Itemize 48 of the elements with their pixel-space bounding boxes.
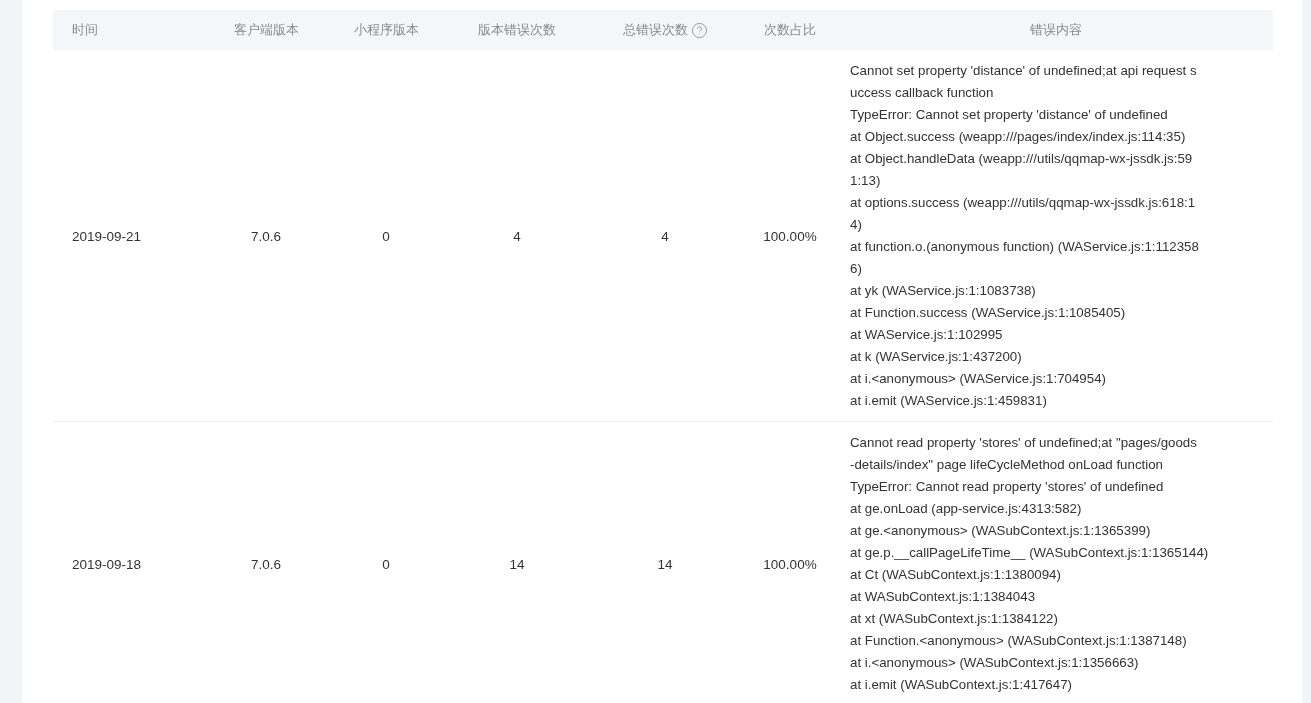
error-line: at ge.<anonymous> (WASubContext.js:1:1365399) <box>850 522 1152 540</box>
help-icon[interactable] <box>690 21 708 39</box>
column-header: 版本错误次数 <box>478 21 556 39</box>
error-line: at options.success (weapp:///utils/qqmap-wx-jssdk.js:618:1 <box>850 194 1197 212</box>
error-line: Cannot read property 'stores' of undefined;at "pages/goods <box>850 434 1198 452</box>
table-cell-text: 2019-09-21 <box>71 228 143 244</box>
error-line: at k (WAService.js:1:437200) <box>850 348 1023 366</box>
error-line: at i.emit (WAService.js:1:459831) <box>850 392 1048 410</box>
error-line: at WASubContext.js:1:1384043 <box>850 588 1037 606</box>
table-cell-text: 100.00% <box>762 556 818 572</box>
error-line: at function.o.(anonymous function) (WAService.js:1:112358 <box>850 238 1200 256</box>
error-line: TypeError: Cannot read property 'stores' of undefined <box>850 478 1165 496</box>
error-line: 6) <box>850 260 863 278</box>
column-header: 错误内容 <box>1029 21 1082 39</box>
table-cell-text: 0 <box>381 228 391 244</box>
error-line: at Object.success (weapp:///pages/index/index.js:114:35) <box>850 128 1187 146</box>
error-line: 4) <box>850 216 863 234</box>
column-header: 客户端版本 <box>233 21 299 39</box>
error-line: at Function.success (WAService.js:1:1085405) <box>850 304 1127 322</box>
error-line: at i.<anonymous> (WASubContext.js:1:1356663) <box>850 654 1140 672</box>
table-cell-text: 4 <box>660 228 670 244</box>
table-cell-text: 0 <box>381 556 391 572</box>
table-cell-text: 2019-09-18 <box>71 556 143 572</box>
error-line: at Object.handleData (weapp:///utils/qqmap-wx-jssdk.js:59 <box>850 150 1194 168</box>
table-cell-text: 7.0.6 <box>250 228 282 244</box>
error-line: at Ct (WASubContext.js:1:1380094) <box>850 566 1062 584</box>
error-line: at Function.<anonymous> (WASubContext.js:1:1387148) <box>850 632 1188 650</box>
error-line: at xt (WASubContext.js:1:1384122) <box>850 610 1059 628</box>
table-cell-text: 7.0.6 <box>250 556 282 572</box>
error-line: at ge.p.__callPageLifeTime__ (WASubContext.js:1:1365144) <box>850 544 1210 562</box>
error-line: TypeError: Cannot set property 'distance' of undefined <box>850 106 1169 124</box>
table-cell-text: 100.00% <box>762 228 818 244</box>
table-cell-text: 14 <box>508 556 526 572</box>
error-line: at i.<anonymous> (WAService.js:1:704954) <box>850 370 1107 388</box>
table-cell-text: 14 <box>656 556 674 572</box>
column-header: 总错误次数 <box>622 21 688 39</box>
error-line: 1:13) <box>850 172 882 190</box>
error-line: at WAService.js:1:102995 <box>850 326 1004 344</box>
error-line: uccess callback function <box>850 84 995 102</box>
error-line: at ge.onLoad (app-service.js:4313:582) <box>850 500 1083 518</box>
column-header: 小程序版本 <box>353 21 419 39</box>
error-line: -details/index" page lifeCycleMethod onLoad function <box>850 456 1164 474</box>
error-line: at i.emit (WASubContext.js:1:417647) <box>850 676 1073 694</box>
table-cell-text: 4 <box>512 228 522 244</box>
column-header: 时间 <box>72 21 98 39</box>
column-header: 次数占比 <box>764 21 816 39</box>
error-line: at yk (WAService.js:1:1083738) <box>850 282 1037 300</box>
error-line: Cannot set property 'distance' of undefined;at api request s <box>850 62 1198 80</box>
